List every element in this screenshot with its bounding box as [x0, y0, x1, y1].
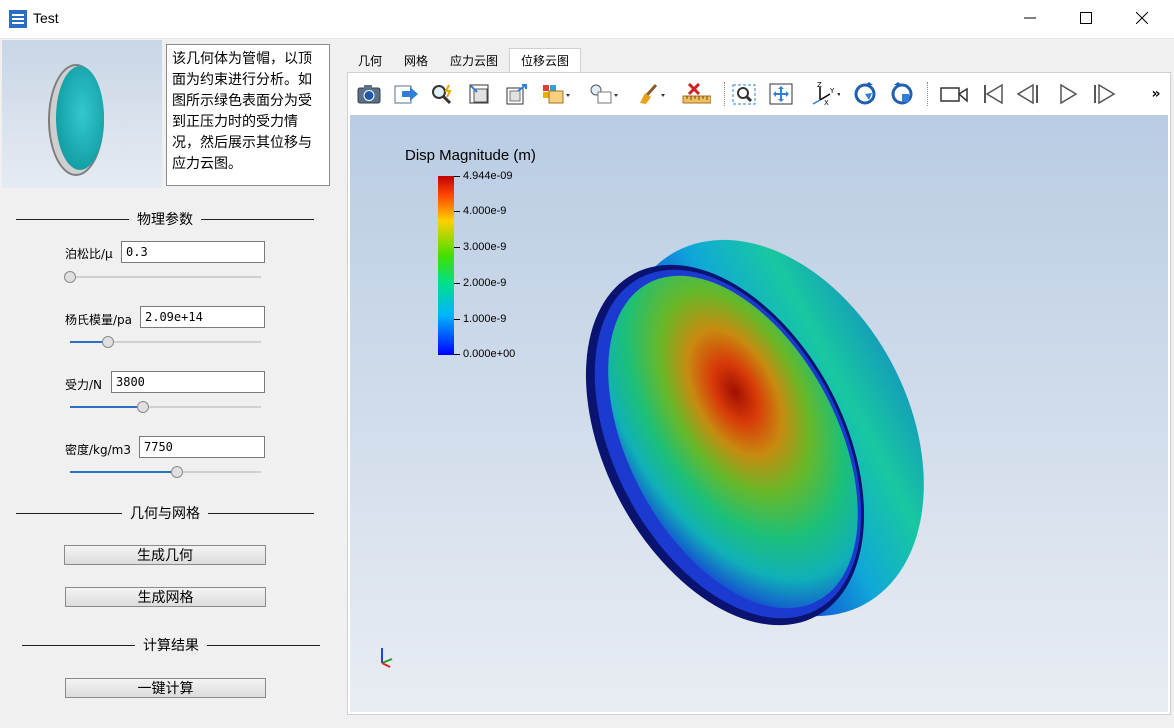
camera-icon[interactable]: [354, 80, 384, 108]
svg-text:X: X: [824, 99, 829, 106]
orientation-axes-icon: [381, 648, 393, 668]
fit-view-icon[interactable]: [766, 80, 796, 108]
close-button[interactable]: [1116, 0, 1168, 36]
axes-icon[interactable]: ZYX: [810, 80, 840, 108]
displacement-pane: ZYX » Disp Magnitude (m) 4.944e-09 4.000…: [347, 72, 1171, 715]
toolbar-separator: [724, 82, 726, 106]
viewer-toolbar: ZYX »: [348, 73, 1170, 113]
tab-displacement-contour[interactable]: 位移云图: [509, 48, 582, 72]
rotate-cw-icon[interactable]: [850, 80, 880, 108]
title-bar: Test: [0, 0, 1174, 39]
prev-frame-icon[interactable]: [1014, 80, 1044, 108]
poisson-slider-handle[interactable]: [64, 271, 76, 283]
svg-text:Y: Y: [829, 87, 835, 95]
pipe-cap-thumbnail: [48, 64, 104, 176]
minimize-icon: [1024, 17, 1036, 19]
geometry-mesh-title: 几何与网格: [130, 506, 200, 522]
density-input[interactable]: 7750: [139, 436, 265, 458]
svg-text:Z: Z: [817, 82, 822, 89]
results-title: 计算结果: [143, 638, 199, 654]
clear-icon[interactable]: [636, 80, 666, 108]
youngs-slider-handle[interactable]: [102, 336, 115, 348]
youngs-slider[interactable]: [70, 335, 261, 349]
maximize-button[interactable]: [1060, 0, 1112, 36]
density-slider-handle[interactable]: [170, 466, 183, 478]
density-slider[interactable]: [70, 465, 261, 479]
app-icon: [9, 10, 27, 28]
toolbar-overflow-button[interactable]: »: [1144, 80, 1168, 108]
maximize-icon: [1080, 12, 1092, 24]
youngs-input[interactable]: 2.09e+14: [140, 306, 265, 328]
results-group-header: 计算结果: [22, 637, 320, 654]
light-icon[interactable]: [589, 80, 619, 108]
render-mode-icon[interactable]: [541, 80, 571, 108]
force-slider-handle[interactable]: [136, 401, 149, 413]
render-viewport[interactable]: Disp Magnitude (m) 4.944e-09 4.000e-9 3.…: [350, 115, 1168, 712]
geometry-preview: [2, 40, 162, 188]
first-frame-icon[interactable]: [978, 80, 1008, 108]
description-text: 该几何体为管帽，以顶面为约束进行分析。如图所示绿色表面分为受到正压力时的受力情况…: [166, 44, 330, 186]
rotate-ccw-icon[interactable]: [887, 80, 917, 108]
poisson-label: 泊松比/μ: [65, 247, 113, 261]
tab-stress-contour[interactable]: 应力云图: [439, 48, 509, 72]
close-icon: [1136, 12, 1148, 24]
force-input[interactable]: 3800: [111, 371, 265, 393]
force-slider[interactable]: [70, 400, 261, 414]
generate-geometry-button[interactable]: 生成几何: [64, 545, 266, 565]
tab-geometry[interactable]: 几何: [347, 48, 393, 72]
density-label: 密度/kg/m3: [65, 443, 131, 457]
pipe-cap-model: [585, 239, 924, 626]
poisson-input[interactable]: 0.3: [121, 241, 265, 263]
toolbar-separator: [927, 82, 929, 106]
physics-title: 物理参数: [137, 212, 193, 228]
force-label: 受力/N: [65, 378, 103, 392]
control-panel: 该几何体为管帽，以顶面为约束进行分析。如图所示绿色表面分为受到正压力时的受力情况…: [0, 38, 344, 728]
last-frame-icon[interactable]: [1089, 80, 1119, 108]
view-tabs: 几何 网格 应力云图 位移云图: [347, 48, 582, 72]
geometry-mesh-group-header: 几何与网格: [16, 505, 314, 522]
physics-group-header: 物理参数: [16, 211, 314, 228]
video-icon[interactable]: [939, 80, 969, 108]
window-title: Test: [33, 10, 59, 26]
youngs-label: 杨氏模量/pa: [65, 313, 133, 327]
export-icon[interactable]: [391, 80, 421, 108]
ruler-delete-icon[interactable]: [681, 80, 711, 108]
poisson-slider[interactable]: [64, 270, 261, 284]
play-icon[interactable]: [1053, 80, 1083, 108]
zoom-region-icon[interactable]: [729, 80, 759, 108]
fit-box-icon[interactable]: [465, 80, 495, 108]
probe-icon[interactable]: [428, 80, 458, 108]
tab-mesh[interactable]: 网格: [393, 48, 439, 72]
compute-button[interactable]: 一键计算: [65, 678, 266, 698]
generate-mesh-button[interactable]: 生成网格: [65, 587, 266, 607]
minimize-button[interactable]: [1004, 0, 1056, 36]
box-select-icon[interactable]: [502, 80, 532, 108]
